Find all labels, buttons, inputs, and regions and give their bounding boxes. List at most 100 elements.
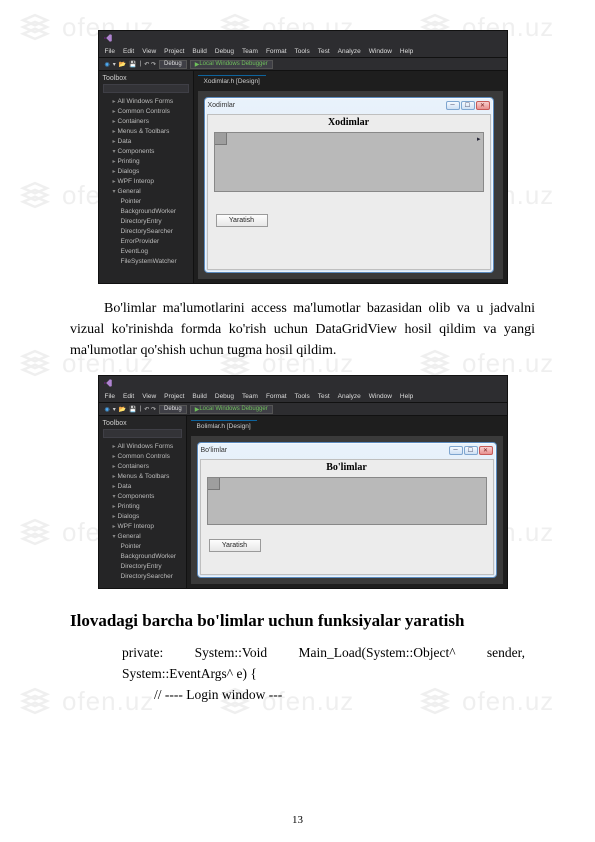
toolbox-item[interactable]: DirectorySearcher [103, 227, 189, 237]
toolbox-item[interactable]: Data [103, 137, 189, 147]
page-number: 13 [0, 814, 595, 826]
toolbox-item[interactable]: Pointer [103, 542, 182, 552]
code-block: private: System::Void Main_Load(System::… [122, 643, 525, 706]
toolbox-item[interactable]: Dialogs [103, 512, 182, 522]
toolbox-item[interactable]: EventLog [103, 247, 189, 257]
form-title: Xodimlar [208, 102, 236, 109]
menu-item[interactable]: Window [369, 393, 392, 400]
toolbox-item[interactable]: Printing [103, 157, 189, 167]
form-heading: Xodimlar [208, 115, 490, 130]
menu-item[interactable]: Window [369, 48, 392, 55]
toolbox-item[interactable]: Containers [103, 117, 189, 127]
datagridview[interactable]: ▸ [214, 132, 484, 192]
toolbox-item[interactable]: DirectorySearcher [103, 572, 182, 582]
toolbox-item[interactable]: Pointer [103, 197, 189, 207]
toolbox-item[interactable]: DirectoryEntry [103, 562, 182, 572]
maximize-icon[interactable]: ☐ [461, 101, 475, 110]
minimize-icon[interactable]: ─ [446, 101, 460, 110]
menu-item[interactable]: Help [400, 48, 413, 55]
menu-item[interactable]: Tools [295, 48, 310, 55]
toolbox-item[interactable]: All Windows Forms [103, 97, 189, 107]
menu-item[interactable]: Test [318, 393, 330, 400]
ide-toolbar: ◉▾ 📂 💾 | ↶ ↷ Debug ▶ Local Windows Debug… [99, 402, 507, 416]
menu-item[interactable]: Test [318, 48, 330, 55]
menu-item[interactable]: View [142, 48, 156, 55]
menu-item[interactable]: Analyze [338, 48, 361, 55]
designer-surface: Xodimlar ─ ☐ ✕ Xodimlar ▸ [198, 91, 503, 279]
toolbox-item[interactable]: WPF Interop [103, 177, 189, 187]
run-button[interactable]: ▶ Local Windows Debugger [190, 405, 273, 414]
ide-menubar: File Edit View Project Build Debug Team … [99, 45, 507, 57]
close-icon[interactable]: ✕ [479, 446, 493, 455]
toolbox-item[interactable]: DirectoryEntry [103, 217, 189, 227]
toolbox-item[interactable]: General [103, 187, 189, 197]
toolbox-item[interactable]: Components [103, 147, 189, 157]
config-dropdown[interactable]: Debug [159, 60, 187, 69]
body-paragraph: Bo'limlar ma'lumotlarini access ma'lumot… [70, 298, 535, 361]
editor-area: Xodimlar.h [Design] Xodimlar ─ ☐ ✕ [194, 71, 507, 283]
menu-item[interactable]: File [105, 393, 115, 400]
ide-screenshot-2: File Edit View Project Build Debug Team … [98, 375, 508, 589]
datagridview[interactable] [207, 477, 487, 525]
editor-tab[interactable]: Xodimlar.h [Design] [198, 75, 266, 87]
menu-item[interactable]: Format [266, 393, 287, 400]
form-heading: Bo'limlar [201, 460, 493, 475]
menu-item[interactable]: Project [164, 48, 184, 55]
toolbox-item[interactable]: Data [103, 482, 182, 492]
toolbox-item[interactable]: Printing [103, 502, 182, 512]
minimize-icon[interactable]: ─ [449, 446, 463, 455]
create-button[interactable]: Yaratish [216, 214, 268, 227]
toolbox-panel: Toolbox All Windows Forms Common Control… [99, 416, 187, 588]
toolbox-item[interactable]: FileSystemWatcher [103, 257, 189, 267]
toolbox-item[interactable]: BackgroundWorker [103, 552, 182, 562]
section-heading: Ilovadagi barcha bo'limlar uchun funksiy… [70, 611, 535, 631]
toolbox-item[interactable]: Common Controls [103, 452, 182, 462]
toolbox-item[interactable]: Containers [103, 462, 182, 472]
config-dropdown[interactable]: Debug [159, 405, 187, 414]
menu-item[interactable]: View [142, 393, 156, 400]
menu-item[interactable]: Build [192, 48, 206, 55]
toolbox-title: Toolbox [103, 75, 189, 82]
toolbox-item[interactable]: BackgroundWorker [103, 207, 189, 217]
maximize-icon[interactable]: ☐ [464, 446, 478, 455]
menu-item[interactable]: Format [266, 48, 287, 55]
menu-item[interactable]: Analyze [338, 393, 361, 400]
ide-toolbar: ◉▾ 📂 💾 | ↶ ↷ Debug ▶ Local Windows Debug… [99, 57, 507, 71]
toolbox-item[interactable]: Menus & Toolbars [103, 472, 182, 482]
toolbox-item[interactable]: ErrorProvider [103, 237, 189, 247]
form-title: Bo'limlar [201, 447, 228, 454]
toolbox-item[interactable]: Common Controls [103, 107, 189, 117]
toolbox-item[interactable]: Dialogs [103, 167, 189, 177]
menu-item[interactable]: Debug [215, 393, 234, 400]
toolbox-item[interactable]: WPF Interop [103, 522, 182, 532]
menu-item[interactable]: Edit [123, 393, 134, 400]
menu-item[interactable]: Team [242, 393, 258, 400]
toolbox-item[interactable]: Components [103, 492, 182, 502]
toolbox-search[interactable] [103, 429, 182, 438]
toolbox-search[interactable] [103, 84, 189, 93]
close-icon[interactable]: ✕ [476, 101, 490, 110]
editor-tab[interactable]: Bolimlar.h [Design] [191, 420, 257, 432]
ide-menubar: File Edit View Project Build Debug Team … [99, 390, 507, 402]
designer-surface: Bo'limlar ─ ☐ ✕ Bo'limlar [191, 436, 503, 584]
smart-tag-icon[interactable]: ▸ [477, 135, 481, 143]
menu-item[interactable]: Team [242, 48, 258, 55]
menu-item[interactable]: Help [400, 393, 413, 400]
create-button[interactable]: Yaratish [209, 539, 261, 552]
toolbox-item[interactable]: General [103, 532, 182, 542]
menu-item[interactable]: Debug [215, 48, 234, 55]
menu-item[interactable]: Project [164, 393, 184, 400]
run-button[interactable]: ▶ Local Windows Debugger [190, 60, 273, 69]
menu-item[interactable]: Tools [295, 393, 310, 400]
ide-screenshot-1: File Edit View Project Build Debug Team … [98, 30, 508, 284]
visual-studio-icon [103, 33, 113, 43]
toolbox-item[interactable]: Menus & Toolbars [103, 127, 189, 137]
menu-item[interactable]: Build [192, 393, 206, 400]
form-window: Xodimlar ─ ☐ ✕ Xodimlar ▸ [204, 97, 494, 273]
menu-item[interactable]: Edit [123, 48, 134, 55]
editor-area: Bolimlar.h [Design] Bo'limlar ─ ☐ ✕ [187, 416, 507, 588]
toolbox-item[interactable]: All Windows Forms [103, 442, 182, 452]
visual-studio-icon [103, 378, 113, 388]
menu-item[interactable]: File [105, 48, 115, 55]
ide-titlebar [99, 31, 507, 45]
